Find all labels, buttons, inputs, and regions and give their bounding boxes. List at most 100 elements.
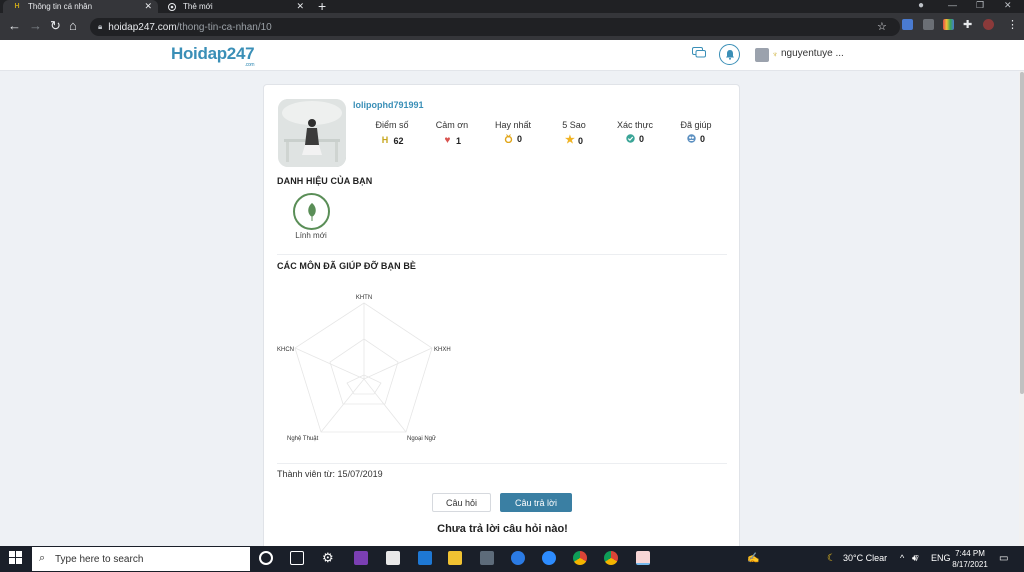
windows-start-icon[interactable]	[9, 551, 22, 564]
empty-answers-message: Chưa trả lời câu hỏi nào!	[437, 523, 568, 535]
profile-username[interactable]: lolipophd791991	[353, 100, 424, 110]
stat-label: 5 Sao	[562, 120, 586, 130]
subjects-radar-chart: KHTN KHXH Ngoại Ngữ Nghệ Thuật KHCN	[277, 295, 451, 442]
volume-icon[interactable]: 🔊︎	[912, 553, 918, 564]
color-extension-icon[interactable]	[943, 19, 954, 30]
stat-helped: Đã giúp 0	[665, 120, 727, 148]
radar-label-ngoai-ngu: Ngoại Ngữ	[407, 436, 436, 442]
verified-icon	[626, 134, 635, 143]
profile-card: lolipophd791991 Điểm số H 62 Cảm ơn ♥ 1 Ha…	[263, 84, 740, 554]
close-tab-icon[interactable]: ✕	[296, 1, 304, 12]
search-icon: ⌕	[39, 552, 46, 564]
tray-chevron-icon[interactable]: ^	[900, 553, 904, 563]
bell-icon	[725, 50, 734, 60]
reload-icon[interactable]: ↻	[50, 19, 61, 33]
chrome-icon	[168, 2, 176, 11]
stat-label: Đã giúp	[680, 120, 712, 130]
rank-badge-icon: ♆	[772, 50, 778, 59]
logo-text: Hoidap247	[171, 44, 255, 63]
url-path: /thong-tin-ca-nhan/10	[176, 21, 272, 33]
stat-value: 0	[577, 135, 583, 146]
address-bar[interactable]: 🔒︎ hoidap247.com /thong-tin-ca-nhan/10	[90, 18, 900, 36]
stat-value: 0	[516, 133, 522, 144]
clock-date: 8/17/2021	[952, 560, 988, 569]
pen-workspace-icon[interactable]: ✍	[747, 553, 759, 564]
tab-new[interactable]: Thẻ mới ✕	[158, 0, 310, 13]
zoom-icon[interactable]	[542, 551, 556, 565]
radar-label-khtn: KHTN	[356, 295, 372, 301]
puzzle-icon[interactable]: ✚	[963, 18, 972, 31]
browser-tab-strip: H Thông tin cá nhân ✕ Thẻ mới ✕ + ● — ❐ …	[0, 0, 1024, 14]
maximize-icon[interactable]: ❐	[976, 0, 984, 11]
notifications-icon[interactable]: ▭	[999, 553, 1008, 564]
store-icon[interactable]	[386, 551, 400, 565]
logo-sub: .com	[244, 62, 255, 68]
weather-text[interactable]: 30°C Clear	[843, 553, 887, 563]
zalo-icon[interactable]	[511, 551, 525, 565]
cortana-icon[interactable]	[259, 551, 273, 565]
site-logo[interactable]: Hoidap247 .com	[171, 44, 255, 68]
lock-icon: 🔒︎	[98, 22, 103, 31]
profile-avatar-icon[interactable]	[983, 19, 994, 30]
close-window-icon[interactable]: ✕	[1004, 0, 1012, 11]
translate-extension-icon[interactable]	[902, 19, 913, 30]
chrome-icon[interactable]	[604, 551, 618, 565]
chrome-icon[interactable]	[573, 551, 587, 565]
url-host: hoidap247.com	[108, 21, 177, 33]
mail-icon[interactable]	[418, 551, 432, 565]
newbie-badge[interactable]	[293, 193, 330, 230]
weather-moon-icon: ☾	[827, 553, 836, 564]
bookmark-star-icon[interactable]: ☆	[877, 20, 887, 34]
subjects-heading: CÁC MÔN ĐÃ GIÚP ĐỠ BẠN BÈ	[277, 261, 417, 271]
stat-thanks: Cảm ơn ♥ 1	[421, 120, 483, 148]
active-app-icon[interactable]	[636, 551, 650, 565]
tab-title: Thông tin cá nhân	[28, 2, 93, 11]
tab-questions-button[interactable]: Câu hỏi	[432, 493, 491, 512]
divider	[277, 254, 727, 255]
leaf-icon	[307, 202, 316, 221]
star-icon: ★	[564, 134, 575, 146]
scrollbar-thumb[interactable]	[1020, 72, 1024, 394]
onenote-icon[interactable]	[354, 551, 368, 565]
points-icon: H	[381, 135, 389, 145]
settings-gear-icon[interactable]: ⚙	[322, 551, 336, 565]
radar-label-khxh: KHXH	[434, 347, 451, 353]
file-explorer-icon[interactable]	[448, 551, 462, 565]
stat-label: Điểm số	[375, 120, 409, 130]
badge-label: Lính mới	[295, 231, 327, 240]
notification-button[interactable]	[719, 44, 740, 65]
language-indicator[interactable]: ENG	[931, 553, 951, 563]
heart-icon: ♥	[444, 135, 451, 146]
back-icon[interactable]: ←	[8, 19, 21, 33]
stat-five-star: 5 Sao ★ 0	[543, 120, 605, 148]
close-tab-icon[interactable]: ✕	[144, 1, 152, 12]
menu-dots-icon[interactable]: ⋮	[1007, 18, 1018, 31]
home-icon[interactable]: ⌂	[69, 19, 77, 33]
task-view-icon[interactable]	[290, 551, 304, 565]
taskbar-search[interactable]: ⌕ Type here to search	[32, 547, 250, 571]
hoidap-favicon-icon: H	[14, 3, 20, 10]
forward-icon[interactable]: →	[29, 19, 42, 33]
profile-indicator-icon[interactable]: ●	[918, 0, 924, 11]
helped-icon	[687, 134, 696, 143]
tab-answers-button[interactable]: Câu trả lời	[500, 493, 572, 512]
stat-label: Cảm ơn	[435, 120, 469, 130]
stat-label: Hay nhất	[494, 120, 532, 130]
stat-value: 0	[699, 133, 705, 144]
stat-verified: Xác thực 0	[604, 120, 666, 148]
calculator-icon[interactable]	[480, 551, 494, 565]
user-avatar[interactable]	[755, 48, 769, 62]
site-header: Hoidap247 .com	[0, 40, 1024, 71]
taskbar-clock[interactable]: 7:44 PM 8/17/2021	[950, 548, 990, 570]
chat-icon[interactable]	[692, 47, 706, 59]
tab-profile[interactable]: H Thông tin cá nhân ✕	[3, 0, 158, 13]
header-user-name[interactable]: nguyentuye ...	[781, 48, 844, 59]
medal-icon	[504, 134, 513, 143]
extension-icon[interactable]	[923, 19, 934, 30]
stat-best: Hay nhất 0	[482, 120, 544, 148]
minimize-icon[interactable]: —	[948, 0, 957, 10]
member-since: Thành viên từ: 15/07/2019	[277, 469, 383, 479]
browser-toolbar: ← → ↻ ⌂ 🔒︎ hoidap247.com /thong-tin-ca-n…	[0, 13, 1024, 40]
titles-heading: DANH HIỆU CỦA BẠN	[277, 176, 373, 186]
new-tab-icon[interactable]: +	[318, 0, 326, 14]
